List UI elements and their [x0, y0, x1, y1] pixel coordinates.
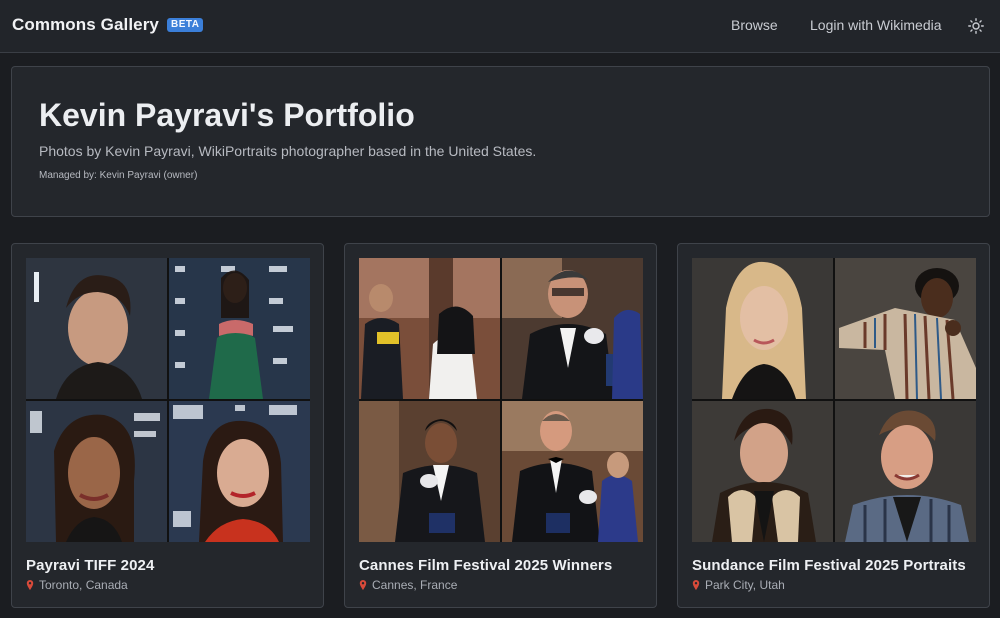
collection-location: Cannes, France	[359, 578, 457, 592]
photo-thumbnail[interactable]	[169, 401, 310, 542]
location-pin-icon	[359, 580, 367, 590]
photo-thumbnail[interactable]	[26, 258, 167, 399]
collection-title[interactable]: Cannes Film Festival 2025 Winners	[359, 557, 612, 574]
collection-title[interactable]: Sundance Film Festival 2025 Portraits	[692, 557, 966, 574]
photo-thumbnail[interactable]	[26, 401, 167, 542]
collection-card[interactable]: Sundance Film Festival 2025 Portraits Pa…	[677, 243, 990, 608]
nav-login-link[interactable]: Login with Wikimedia	[810, 17, 942, 33]
collection-card[interactable]: Payravi TIFF 2024 Toronto, Canada	[11, 243, 324, 608]
collection-location-text: Cannes, France	[372, 578, 458, 592]
collection-location-text: Park City, Utah	[705, 578, 785, 592]
photo-mosaic[interactable]	[692, 258, 976, 542]
location-pin-icon	[26, 580, 34, 590]
photo-thumbnail[interactable]	[502, 401, 643, 542]
collection-location: Toronto, Canada	[26, 578, 128, 592]
photo-thumbnail[interactable]	[359, 258, 500, 399]
brand-title[interactable]: Commons Gallery	[12, 15, 159, 35]
theme-toggle-button[interactable]	[966, 16, 986, 36]
photo-thumbnail[interactable]	[169, 258, 310, 399]
photo-thumbnail[interactable]	[835, 401, 976, 542]
photo-thumbnail[interactable]	[692, 401, 833, 542]
page-title: Kevin Payravi's Portfolio	[39, 97, 415, 133]
sun-icon	[968, 18, 984, 34]
photo-mosaic[interactable]	[359, 258, 643, 542]
photo-mosaic[interactable]	[26, 258, 310, 542]
nav-browse-link[interactable]: Browse	[731, 17, 778, 33]
portfolio-managed-by: Managed by: Kevin Payravi (owner)	[39, 170, 198, 181]
portfolio-header: Kevin Payravi's Portfolio Photos by Kevi…	[11, 66, 990, 217]
photo-thumbnail[interactable]	[692, 258, 833, 399]
collection-location-text: Toronto, Canada	[39, 578, 128, 592]
portfolio-description: Photos by Kevin Payravi, WikiPortraits p…	[39, 143, 537, 159]
location-pin-icon	[692, 580, 700, 590]
collection-card[interactable]: Cannes Film Festival 2025 Winners Cannes…	[344, 243, 657, 608]
collection-location: Park City, Utah	[692, 578, 785, 592]
top-navigation-bar: Commons Gallery BETA Browse Login with W…	[0, 0, 1000, 53]
collection-title[interactable]: Payravi TIFF 2024	[26, 557, 154, 574]
photo-thumbnail[interactable]	[502, 258, 643, 399]
beta-badge: BETA	[167, 18, 204, 32]
photo-thumbnail[interactable]	[835, 258, 976, 399]
photo-thumbnail[interactable]	[359, 401, 500, 542]
brand[interactable]: Commons Gallery BETA	[12, 15, 204, 35]
